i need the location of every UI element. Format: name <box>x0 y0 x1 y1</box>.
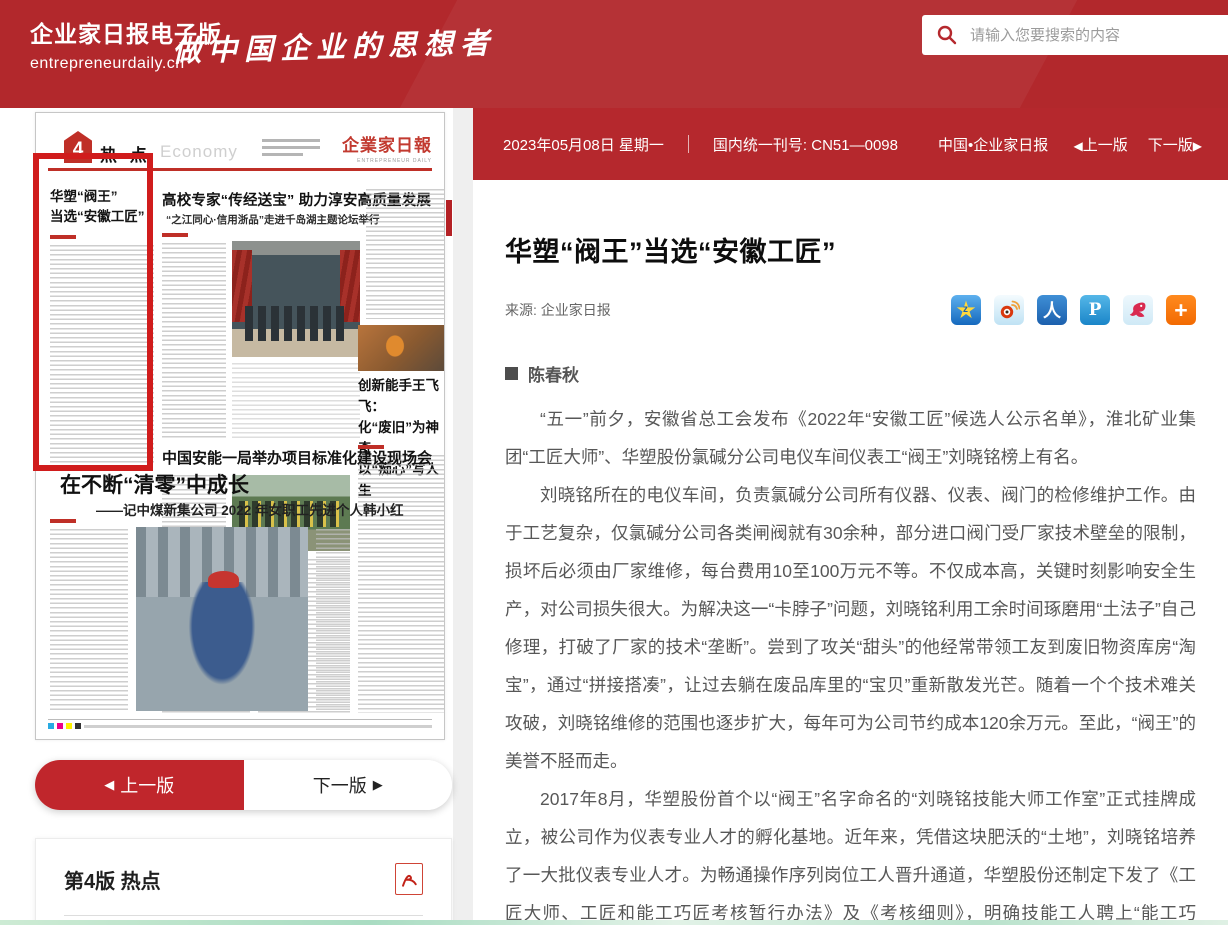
page-articles-card: 第4版 热点 高校专家“传经送宝” 助力淳安高质量发展 <box>35 838 452 925</box>
red-helmet <box>208 571 239 588</box>
page-articles-title: 第4版 热点 <box>64 865 161 894</box>
article-body: “五一”前夕，安徽省总工会发布《2022年“安徽工匠”候选人公示名单》，淮北矿业… <box>505 400 1196 925</box>
byline-chip <box>162 233 188 237</box>
prev-page-button[interactable]: ◀ 上一版 <box>35 760 244 810</box>
divider <box>688 135 689 153</box>
registration-mark-black <box>75 723 81 729</box>
site-slogan: 做中国企业的思想者 <box>172 20 497 70</box>
newsprint-text <box>358 455 444 713</box>
masthead-title: 企業家日報 <box>342 131 432 156</box>
newspaper-scrollbar-thumb[interactable] <box>446 200 452 236</box>
article-headline-left-column[interactable]: 华塑“阀王” 当选“安徽工匠” <box>50 187 154 227</box>
registration-mark-yellow <box>66 723 72 729</box>
bird-glyph <box>1127 299 1149 321</box>
bottom-article-headline[interactable]: 在不断“清零”中成长 <box>60 469 360 499</box>
site-header: 企业家日报电子版 entrepreneurdaily.cn 做中国企业的思想者 <box>0 0 1228 108</box>
page-section-name: 热 点 <box>100 141 151 166</box>
author-line: 陈春秋 <box>505 361 1196 386</box>
prev-page-link[interactable]: ◀上一版 <box>1074 134 1128 155</box>
newsprint-text <box>162 243 226 441</box>
pdf-icon[interactable] <box>395 863 423 895</box>
search-icon <box>936 24 958 46</box>
next-page-link[interactable]: 下一版▶ <box>1148 134 1202 155</box>
right-arrow-icon: ▶ <box>1193 139 1202 153</box>
footer-text-placeholder <box>84 725 432 728</box>
article-title: 华塑“阀王”当选“安徽工匠” <box>505 230 1196 269</box>
newspaper-masthead: 企業家日報 ENTREPRENEUR DAILY <box>342 131 432 164</box>
search-input[interactable] <box>970 27 1228 44</box>
pengyou-icon[interactable]: P <box>1080 295 1110 325</box>
page-section-name-en: Economy <box>160 142 238 162</box>
newsprint-text <box>316 529 350 713</box>
newspaper-dateline-placeholder <box>262 139 320 160</box>
renren-icon[interactable]: 人 <box>1037 295 1067 325</box>
newspaper-photo-ceremony <box>232 241 360 357</box>
newspaper-page-preview[interactable]: 4 热 点 Economy 企業家日報 ENTREPRENEUR DAILY 华… <box>35 112 445 740</box>
registration-mark-magenta <box>57 723 63 729</box>
paragraph: 刘晓铭所在的电仪车间，负责氯碱分公司所有仪器、仪表、阀门的检修维护工作。由于工艺… <box>505 476 1196 780</box>
article-source: 来源: 企业家日报 <box>505 300 611 320</box>
masthead-subtitle: ENTREPRENEUR DAILY <box>342 158 432 164</box>
newsprint-text <box>366 189 444 319</box>
paper-brand: 中国•企业家日报 <box>938 134 1048 155</box>
next-page-button[interactable]: 下一版 ▶ <box>244 760 453 810</box>
pdf-glyph <box>400 869 418 889</box>
article-meta-row: 来源: 企业家日报 ★z 人 P <box>505 295 1196 325</box>
tencent-weibo-icon[interactable] <box>1123 295 1153 325</box>
bottom-edge-strip <box>0 920 1228 925</box>
edition-sidebar: 4 热 点 Economy 企業家日報 ENTREPRENEUR DAILY 华… <box>0 108 453 925</box>
newspaper-photo-worker-small <box>358 325 444 371</box>
paragraph: “五一”前夕，安徽省总工会发布《2022年“安徽工匠”候选人公示名单》，淮北矿业… <box>505 400 1196 476</box>
author-name: 陈春秋 <box>528 361 579 386</box>
newspaper-miniature: 4 热 点 Economy 企業家日報 ENTREPRENEUR DAILY 华… <box>36 113 444 739</box>
issue-number: 国内统一刊号: CN51—0098 <box>713 134 898 155</box>
newsprint-text <box>50 529 128 713</box>
qzone-icon[interactable]: ★z <box>951 295 981 325</box>
newspaper-footer <box>48 719 432 729</box>
byline-chip <box>50 235 76 239</box>
weibo-eye-glyph <box>998 299 1020 321</box>
article-pane: 2023年05月08日 星期一 国内统一刊号: CN51—0098 中国•企业家… <box>473 108 1228 925</box>
edition-prev-next-nav: ◀上一版 下一版▶ <box>1074 134 1203 155</box>
share-more-icon[interactable]: + <box>1166 295 1196 325</box>
newsprint-text <box>50 245 154 465</box>
page-navigation: ◀ 上一版 下一版 ▶ <box>35 760 452 810</box>
left-arrow-icon: ◀ <box>1074 139 1083 153</box>
registration-mark-cyan <box>48 723 54 729</box>
newspaper-page-header: 4 热 点 Economy 企業家日報 ENTREPRENEUR DAILY <box>48 129 432 171</box>
byline-chip <box>50 519 76 523</box>
share-toolbar: ★z 人 P <box>951 295 1196 325</box>
newspaper-photo-worker-drill <box>136 527 308 711</box>
bottom-article-subhead: ——记中煤新集公司 2022 年女职工先进个人韩小红 <box>96 499 442 519</box>
search-bar[interactable] <box>922 15 1228 55</box>
edition-date: 2023年05月08日 星期一 <box>503 134 664 155</box>
article-content: 华塑“阀王”当选“安徽工匠” 来源: 企业家日报 ★z 人 P <box>473 230 1228 925</box>
crowd-silhouette <box>245 306 347 341</box>
right-arrow-icon: ▶ <box>373 777 383 793</box>
page-number-badge: 4 <box>64 131 92 163</box>
edition-info-bar: 2023年05月08日 星期一 国内统一刊号: CN51—0098 中国•企业家… <box>473 108 1228 180</box>
newsprint-text <box>232 363 360 441</box>
mid-article-headline[interactable]: 中国安能一局举办项目标准化建设现场会 <box>162 447 432 468</box>
left-arrow-icon: ◀ <box>104 777 114 793</box>
sina-weibo-icon[interactable] <box>994 295 1024 325</box>
divider <box>64 915 423 916</box>
worker-silhouette <box>184 582 260 692</box>
paragraph: 2017年8月，华塑股份首个以“阀王”名字命名的“刘晓铭技能大师工作室”正式挂牌… <box>505 780 1196 925</box>
author-bullet-square <box>505 367 518 380</box>
